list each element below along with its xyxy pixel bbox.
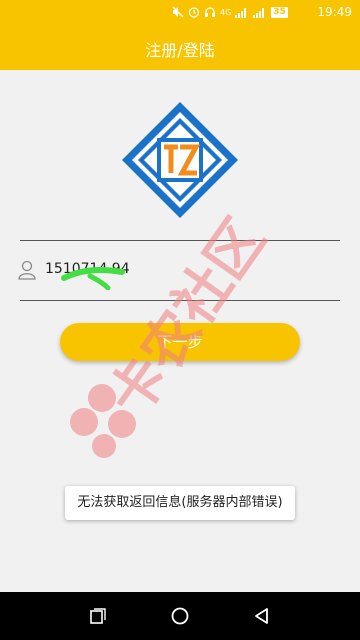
battery-level: 35 [271,6,288,18]
headset-icon [204,6,216,18]
mute-icon [172,6,184,18]
status-icons: 4G 35 [172,4,288,20]
navigation-bar [0,592,360,640]
alarm-icon [188,6,200,18]
back-icon[interactable] [252,606,272,626]
next-button[interactable]: 下一步 [60,323,300,361]
watermark: 卡农社区 [70,208,278,458]
recent-apps-icon[interactable] [88,606,108,626]
page-title: 注册/登陆 [145,41,215,60]
app-bar: 注册/登陆 [0,24,360,70]
home-icon[interactable] [170,606,190,626]
field-divider-top [20,240,340,241]
app-logo [122,102,238,218]
field-divider-bottom [20,300,340,301]
signal-icon-2 [253,6,267,18]
redaction-scribble [61,267,125,290]
status-time: 19:49 [317,5,352,19]
status-bar: 4G 35 19:49 [0,0,360,24]
signal-icon [235,6,249,18]
network-type-label: 4G [220,7,232,17]
user-icon [18,260,36,280]
error-toast: 无法获取返回信息(服务器内部错误) [65,486,295,520]
